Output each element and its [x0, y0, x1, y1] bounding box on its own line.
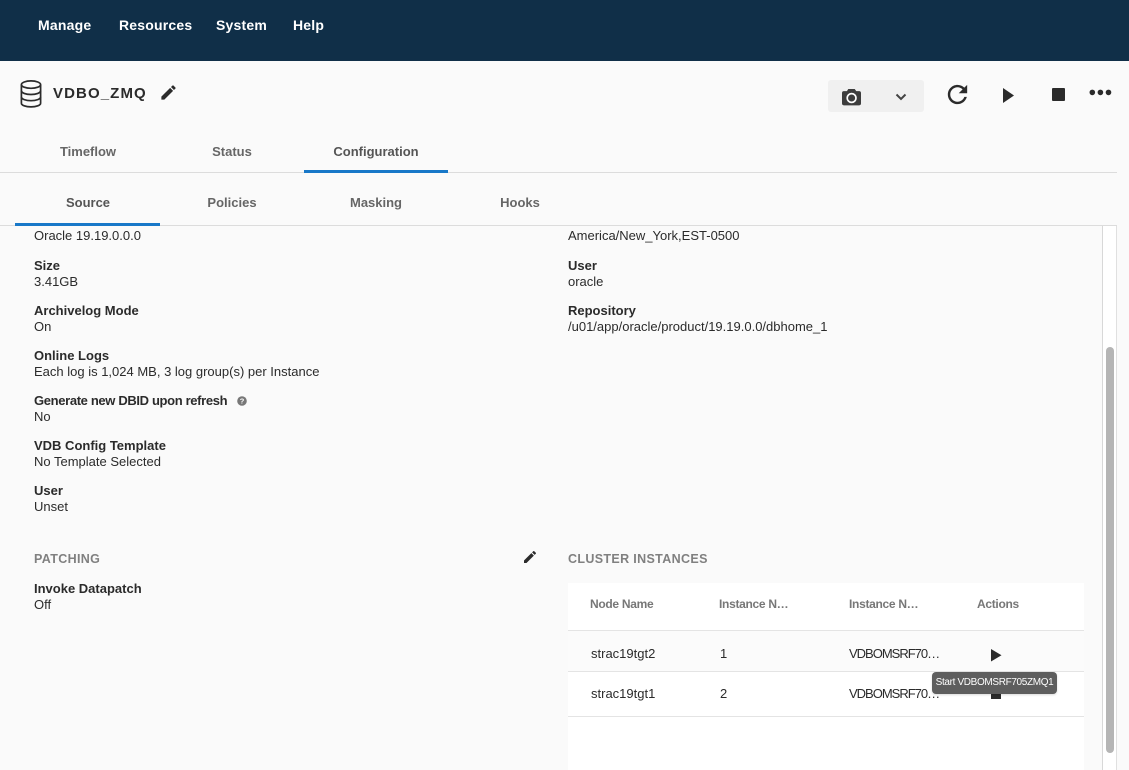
svg-text:?: ? — [240, 396, 245, 405]
